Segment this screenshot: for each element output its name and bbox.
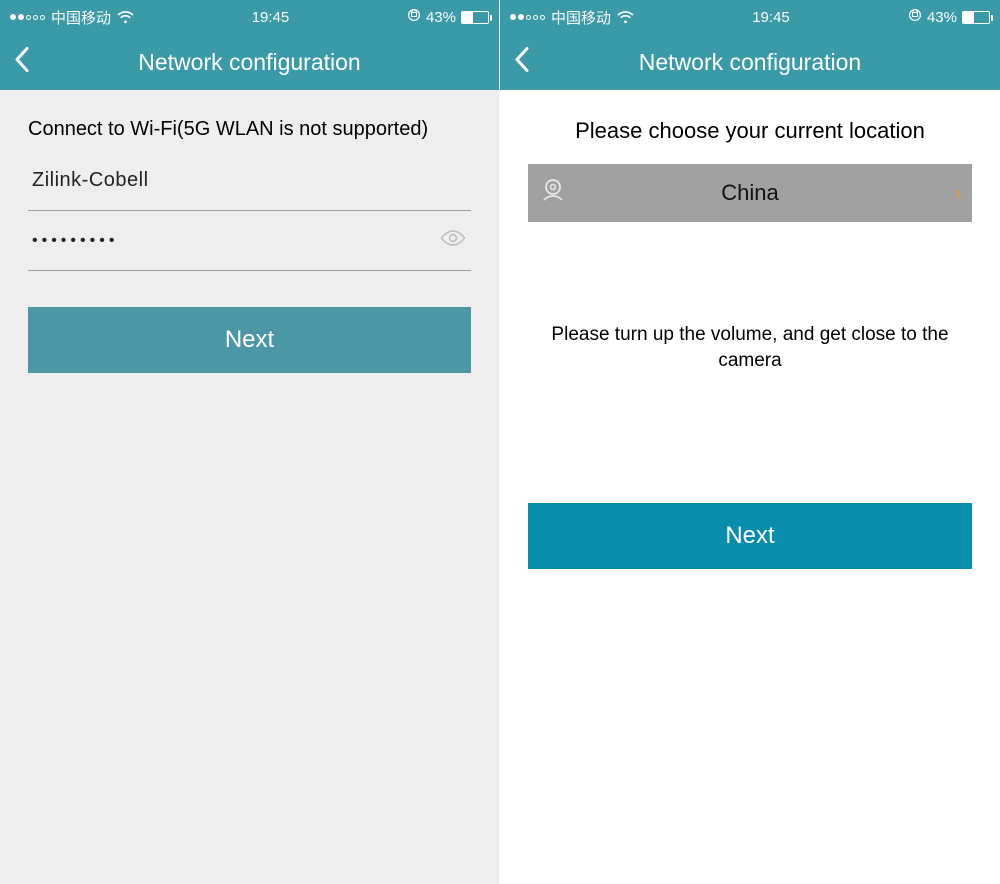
screen-location: 中国移动 19:45 43% Network configuration Ple… (500, 0, 1000, 884)
status-bar: 中国移动 19:45 43% (0, 0, 499, 34)
toggle-password-visibility[interactable] (435, 224, 471, 257)
battery-icon (461, 11, 489, 24)
next-button[interactable]: Next (28, 307, 471, 373)
chevron-left-icon (14, 47, 30, 73)
volume-hint: Please turn up the volume, and get close… (500, 222, 1000, 503)
ssid-row (28, 151, 471, 211)
orientation-lock-icon (908, 8, 922, 26)
status-right: 43% (407, 8, 489, 26)
next-button[interactable]: Next (528, 503, 972, 569)
ssid-input[interactable] (28, 163, 471, 198)
body-location: Please choose your current location Chin… (500, 90, 1000, 884)
signal-dots-icon (510, 14, 545, 20)
wifi-icon (617, 11, 634, 24)
nav-title: Network configuration (639, 49, 861, 76)
battery-fill (963, 12, 974, 23)
back-button[interactable] (14, 47, 30, 78)
battery-pct: 43% (426, 9, 456, 26)
wifi-icon (117, 11, 134, 24)
eye-icon (439, 228, 467, 248)
chevron-left-icon (514, 47, 530, 73)
password-row (28, 211, 471, 271)
carrier-label: 中国移动 (51, 7, 111, 28)
chevron-right-icon: › (955, 180, 962, 206)
status-left: 中国移动 (510, 7, 634, 28)
carrier-label: 中国移动 (551, 7, 611, 28)
nav-bar: Network configuration (500, 34, 1000, 90)
wifi-instruction: Connect to Wi-Fi(5G WLAN is not supporte… (0, 90, 499, 151)
status-right: 43% (908, 8, 990, 26)
next-button-label: Next (225, 326, 274, 354)
nav-bar: Network configuration (0, 34, 499, 90)
orientation-lock-icon (407, 8, 421, 26)
status-time: 19:45 (752, 9, 790, 26)
back-button[interactable] (514, 47, 530, 78)
battery-pct: 43% (927, 9, 957, 26)
password-input[interactable] (28, 226, 435, 256)
location-pin-icon (538, 176, 568, 211)
location-value: China (528, 180, 972, 206)
next-button-label: Next (725, 522, 774, 550)
location-heading: Please choose your current location (500, 90, 1000, 164)
nav-title: Network configuration (138, 49, 360, 76)
screen-wifi: 中国移动 19:45 43% Network configuration Con… (0, 0, 500, 884)
status-left: 中国移动 (10, 7, 134, 28)
body-wifi: Connect to Wi-Fi(5G WLAN is not supporte… (0, 90, 499, 884)
signal-dots-icon (10, 14, 45, 20)
battery-icon (962, 11, 990, 24)
status-time: 19:45 (252, 9, 290, 26)
status-bar: 中国移动 19:45 43% (500, 0, 1000, 34)
battery-fill (462, 12, 473, 23)
location-selector[interactable]: China › (528, 164, 972, 222)
